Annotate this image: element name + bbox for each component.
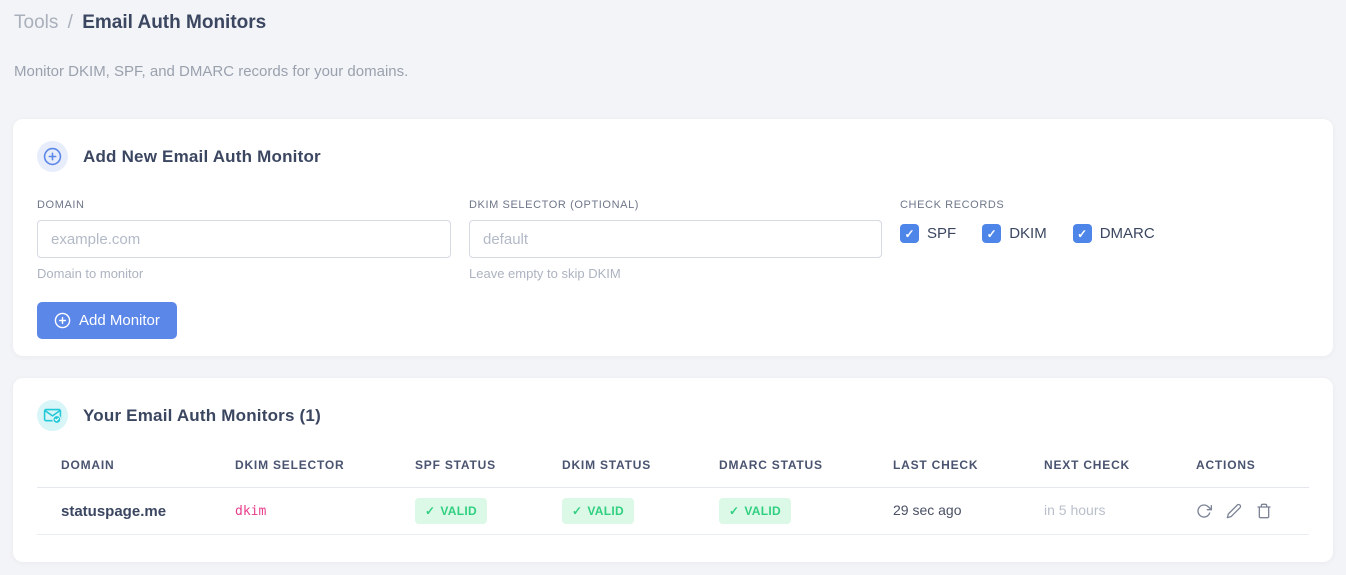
monitor-domain: statuspage.me: [37, 487, 211, 535]
check-icon: ✓: [572, 504, 583, 518]
dkim-selector-label: DKIM SELECTOR (OPTIONAL): [469, 199, 640, 211]
domain-helper-text: Domain to monitor: [37, 266, 144, 281]
row-actions: [1196, 503, 1301, 519]
breadcrumb-separator: /: [67, 12, 73, 33]
col-header-next-check: NEXT CHECK: [1020, 448, 1172, 488]
check-icon: ✓: [729, 504, 740, 518]
checkbox-spf-label: SPF: [927, 225, 957, 242]
checkbox-dmarc[interactable]: ✓ DMARC: [1072, 224, 1155, 243]
checkbox-checked-icon[interactable]: ✓: [1072, 224, 1092, 243]
checkbox-dkim-label: DKIM: [1009, 225, 1047, 242]
plus-circle-icon: [37, 141, 68, 172]
email-check-icon: [37, 400, 68, 431]
page-subtitle: Monitor DKIM, SPF, and DMARC records for…: [14, 63, 409, 80]
breadcrumb: Tools / Email Auth Monitors: [14, 10, 1332, 36]
col-header-spf-status: SPF STATUS: [391, 448, 538, 488]
checkbox-checked-icon[interactable]: ✓: [900, 224, 919, 243]
add-monitor-form: DOMAIN Domain to monitor DKIM SELECTOR (…: [37, 199, 1309, 281]
monitors-card-title: Your Email Auth Monitors (1): [83, 405, 321, 425]
col-header-dkim-status: DKIM STATUS: [538, 448, 695, 488]
page-header: Tools / Email Auth Monitors Monitor DKIM…: [0, 0, 1346, 80]
dkim-helper-text: Leave empty to skip DKIM: [469, 266, 621, 281]
col-header-dkim-selector: DKIM SELECTOR: [211, 448, 391, 488]
col-header-dmarc-status: DMARC STATUS: [695, 448, 869, 488]
last-check-value: 29 sec ago: [893, 502, 962, 518]
col-header-domain: DOMAIN: [37, 448, 211, 488]
page-title: Email Auth Monitors: [82, 12, 267, 33]
breadcrumb-tools-link[interactable]: Tools: [14, 12, 58, 33]
add-monitor-button-label: Add Monitor: [79, 312, 160, 329]
checkbox-spf[interactable]: ✓ SPF: [900, 224, 956, 243]
edit-icon[interactable]: [1226, 503, 1242, 519]
monitors-card-header: Your Email Auth Monitors (1): [37, 400, 1309, 431]
dkim-selector-field-group: DKIM SELECTOR (OPTIONAL) Leave empty to …: [469, 199, 882, 281]
domain-field-group: DOMAIN Domain to monitor: [37, 199, 451, 281]
domain-input[interactable]: [37, 220, 451, 258]
monitor-dkim-selector: dkim: [235, 504, 267, 519]
spf-status-badge: ✓ VALID: [415, 498, 487, 524]
add-monitor-card: Add New Email Auth Monitor DOMAIN Domain…: [13, 119, 1333, 356]
monitors-table: DOMAIN DKIM SELECTOR SPF STATUS DKIM STA…: [37, 448, 1309, 535]
add-monitor-card-header: Add New Email Auth Monitor: [37, 141, 1309, 172]
check-records-group: CHECK RECORDS ✓ SPF ✓ DKIM ✓ DMARC: [900, 199, 1309, 281]
checkbox-dmarc-label: DMARC: [1099, 225, 1155, 242]
domain-label: DOMAIN: [37, 199, 85, 211]
add-card-title: Add New Email Auth Monitor: [83, 146, 321, 166]
monitors-card: Your Email Auth Monitors (1) DOMAIN DKIM…: [13, 378, 1333, 562]
check-records-label: CHECK RECORDS: [900, 199, 1005, 211]
trash-icon[interactable]: [1256, 503, 1272, 519]
dmarc-status-text: VALID: [744, 504, 781, 518]
table-row: statuspage.me dkim ✓ VALID ✓ VALID ✓ VAL…: [37, 487, 1309, 535]
dkim-status-badge: ✓ VALID: [562, 498, 634, 524]
table-header-row: DOMAIN DKIM SELECTOR SPF STATUS DKIM STA…: [37, 448, 1309, 488]
col-header-actions: ACTIONS: [1172, 448, 1309, 488]
add-monitor-button[interactable]: Add Monitor: [37, 302, 177, 339]
check-records-options: ✓ SPF ✓ DKIM ✓ DMARC: [900, 224, 1309, 243]
check-icon: ✓: [425, 504, 436, 518]
checkbox-dkim[interactable]: ✓ DKIM: [982, 224, 1047, 243]
plus-circle-icon: [54, 312, 71, 329]
spf-status-text: VALID: [440, 504, 477, 518]
col-header-last-check: LAST CHECK: [869, 448, 1020, 488]
dkim-status-text: VALID: [587, 504, 624, 518]
dmarc-status-badge: ✓ VALID: [719, 498, 791, 524]
checkbox-checked-icon[interactable]: ✓: [982, 224, 1002, 243]
dkim-selector-input[interactable]: [469, 220, 882, 258]
refresh-icon[interactable]: [1196, 503, 1212, 519]
next-check-value: in 5 hours: [1044, 502, 1106, 518]
